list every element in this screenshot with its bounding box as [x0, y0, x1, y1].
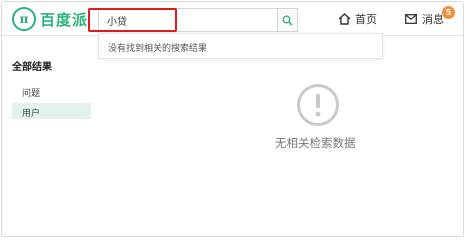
search-box: [98, 8, 298, 32]
search-button[interactable]: [277, 9, 297, 31]
sidebar-item-users[interactable]: 用户: [12, 103, 91, 119]
envelope-icon: [405, 14, 417, 24]
top-header: π 百度派 首页 消息 5: [2, 2, 463, 36]
sidebar-item-label: 问题: [22, 89, 41, 99]
search-input[interactable]: [99, 9, 277, 31]
empty-state-text: 无相关检索数据: [275, 136, 356, 150]
exclamation-circle-icon: [297, 84, 339, 126]
app-window: π 百度派 首页 消息 5: [1, 1, 464, 237]
message-count-badge: 5: [442, 6, 455, 19]
sidebar-title: 全部结果: [12, 62, 52, 73]
sidebar-item-label: 用户: [22, 109, 41, 119]
logo-mark-icon: π: [12, 7, 36, 31]
nav-messages-label: 消息: [422, 13, 444, 26]
nav-messages[interactable]: 消息: [405, 11, 444, 27]
search-suggestion-dropdown: 没有找到相关的搜索结果: [98, 33, 383, 59]
nav-home[interactable]: 首页: [338, 11, 377, 27]
sidebar-item-questions[interactable]: 问题: [12, 83, 91, 99]
logo-text: 百度派: [40, 10, 89, 29]
search-icon: [282, 15, 293, 25]
home-icon: [338, 13, 351, 25]
logo[interactable]: π 百度派: [12, 7, 88, 31]
nav-home-label: 首页: [355, 13, 377, 26]
no-result-text: 没有找到相关的搜索结果: [108, 44, 208, 54]
